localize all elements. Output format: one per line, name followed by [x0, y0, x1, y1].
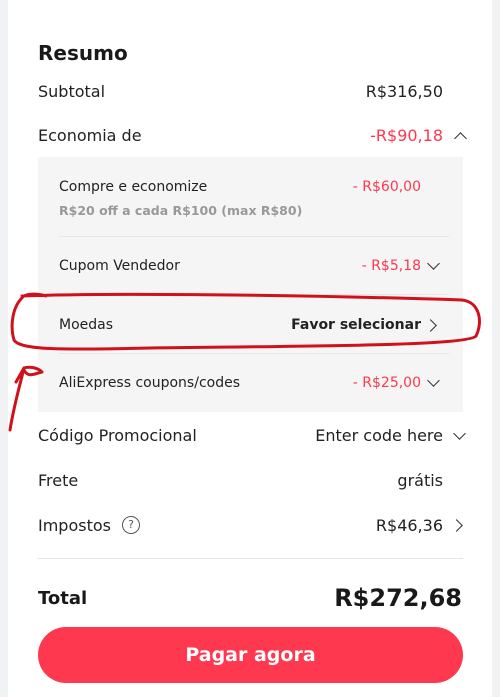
total-value: R$272,68 — [334, 584, 462, 612]
promo-code-label: Código Promocional — [38, 426, 197, 445]
subtotal-label: Subtotal — [38, 82, 106, 101]
buy-save-note: R$20 off a cada R$100 (max R$80) — [59, 203, 303, 218]
chevron-up-icon[interactable] — [454, 132, 467, 145]
chevron-right-icon[interactable] — [450, 519, 463, 532]
savings-label[interactable]: Economia de — [38, 125, 142, 147]
taxes-value[interactable]: R$46,36 — [376, 515, 443, 537]
shipping-value: grátis — [397, 471, 443, 490]
divider — [59, 353, 449, 354]
coins-value[interactable]: Favor selecionar — [291, 315, 421, 335]
divider — [59, 294, 449, 295]
total-label: Total — [38, 588, 88, 609]
seller-coupon-label[interactable]: Cupom Vendedor — [59, 256, 180, 276]
buy-save-label: Compre e economize — [59, 179, 208, 195]
savings-value: -R$90,18 — [370, 126, 443, 145]
ae-coupons-value: - R$25,00 — [352, 375, 421, 391]
subtotal-value: R$316,50 — [365, 82, 443, 101]
shipping-label: Frete — [38, 471, 79, 490]
divider — [38, 558, 463, 559]
taxes-label: Impostos — [38, 516, 111, 535]
ae-coupons-label[interactable]: AliExpress coupons/codes — [59, 373, 240, 393]
seller-coupon-value: - R$5,18 — [361, 258, 421, 274]
summary-title: Resumo — [38, 41, 128, 65]
help-icon[interactable]: ? — [122, 516, 140, 534]
chevron-down-icon[interactable] — [427, 257, 440, 270]
divider — [59, 236, 449, 237]
chevron-down-icon[interactable] — [453, 427, 466, 440]
chevron-down-icon[interactable] — [427, 374, 440, 387]
pay-now-button[interactable]: Pagar agora — [38, 627, 463, 683]
order-summary-card: Resumo Subtotal R$316,50 Economia de -R$… — [8, 0, 492, 697]
chevron-right-icon[interactable] — [424, 319, 437, 332]
promo-code-input[interactable]: Enter code here — [315, 425, 443, 447]
coins-label[interactable]: Moedas — [59, 315, 113, 335]
savings-details-panel: Compre e economize R$20 off a cada R$100… — [38, 157, 463, 412]
buy-save-value: - R$60,00 — [352, 179, 421, 195]
